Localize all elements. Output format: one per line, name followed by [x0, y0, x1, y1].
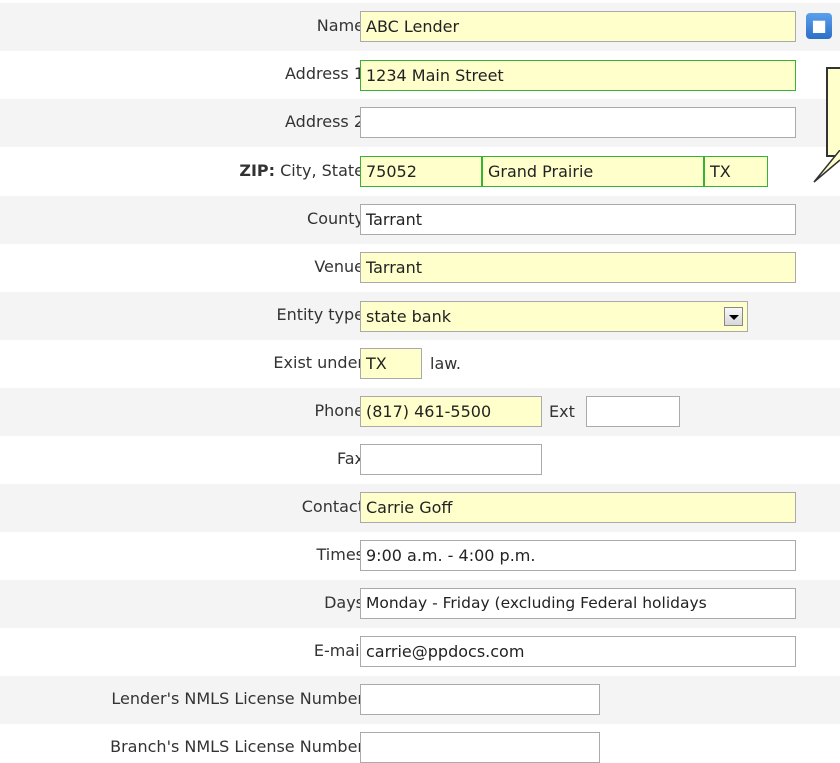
name-label: Name: [316, 16, 364, 35]
exist-under-input[interactable]: TX: [360, 348, 422, 379]
row-county: County Tarrant: [0, 196, 840, 244]
phone-input[interactable]: (817) 461-5500: [360, 396, 542, 427]
contact-label: Contact: [301, 497, 364, 516]
address-book-icon[interactable]: ■: [806, 13, 832, 39]
row-email: E-mail carrie@ppdocs.com: [0, 628, 840, 676]
venue-input[interactable]: Tarrant: [360, 252, 796, 283]
city-state-label: City, State: [275, 161, 364, 180]
row-exist-under: Exist under TX law.: [0, 340, 840, 388]
days-input[interactable]: Monday - Friday (excluding Federal holid…: [360, 588, 796, 619]
lender-nmls-label: Lender's NMLS License Number: [111, 689, 364, 708]
row-lender-nmls: Lender's NMLS License Number: [0, 676, 840, 724]
row-days: Days Monday - Friday (excluding Federal …: [0, 580, 840, 628]
row-fax: Fax: [0, 436, 840, 484]
fax-input[interactable]: [360, 444, 542, 475]
row-entity-type: Entity type state bank: [0, 292, 840, 340]
venue-label: Venue: [314, 257, 364, 276]
entity-type-value: state bank: [366, 307, 451, 326]
ext-input[interactable]: [586, 396, 680, 427]
branch-nmls-label: Branch's NMLS License Number: [110, 737, 364, 756]
days-label: Days: [324, 593, 364, 612]
callout-pointer: [813, 150, 840, 183]
row-contact: Contact Carrie Goff: [0, 484, 840, 532]
branch-nmls-input[interactable]: [360, 732, 600, 763]
row-phone: Phone (817) 461-5500 Ext: [0, 388, 840, 436]
lender-nmls-input[interactable]: [360, 684, 600, 715]
row-address1: Address 1 1234 Main Street: [0, 51, 840, 99]
times-input[interactable]: 9:00 a.m. - 4:00 p.m.: [360, 540, 796, 571]
contact-input[interactable]: Carrie Goff: [360, 492, 796, 523]
lender-form-page: { "form": { "name": {"label": "Name", "v…: [0, 0, 840, 763]
ext-label: Ext: [549, 402, 575, 421]
phone-label: Phone: [314, 401, 364, 420]
entity-type-label: Entity type: [276, 305, 364, 324]
row-zip-city-state: ZIP: City, State 75052 Grand Prairie TX: [0, 148, 840, 196]
city-input[interactable]: Grand Prairie: [482, 156, 704, 187]
row-times: Times 9:00 a.m. - 4:00 p.m.: [0, 532, 840, 580]
row-branch-nmls: Branch's NMLS License Number: [0, 724, 840, 763]
email-input[interactable]: carrie@ppdocs.com: [360, 636, 796, 667]
name-input[interactable]: ABC Lender: [360, 11, 796, 42]
zip-label-bold: ZIP:: [239, 161, 276, 180]
county-input[interactable]: Tarrant: [360, 204, 796, 235]
law-suffix: law.: [430, 354, 461, 373]
entity-type-select[interactable]: state bank: [360, 301, 748, 332]
address1-input[interactable]: 1234 Main Street: [360, 60, 796, 91]
county-label: County: [307, 209, 364, 228]
email-label: E-mail: [313, 641, 364, 660]
exist-under-label: Exist under: [273, 353, 364, 372]
chevron-down-icon[interactable]: [724, 307, 743, 326]
address1-label: Address 1: [285, 64, 364, 83]
row-venue: Venue Tarrant: [0, 244, 840, 292]
times-label: Times: [316, 545, 365, 564]
zip-input[interactable]: 75052: [360, 156, 482, 187]
zip-city-state-label: ZIP: City, State: [239, 161, 364, 180]
state-input[interactable]: TX: [704, 156, 768, 187]
address2-input[interactable]: [360, 107, 796, 138]
help-callout: [826, 67, 840, 157]
row-address2: Address 2: [0, 99, 840, 147]
row-name: Name ABC Lender ■: [0, 3, 840, 51]
address2-label: Address 2: [285, 112, 364, 131]
